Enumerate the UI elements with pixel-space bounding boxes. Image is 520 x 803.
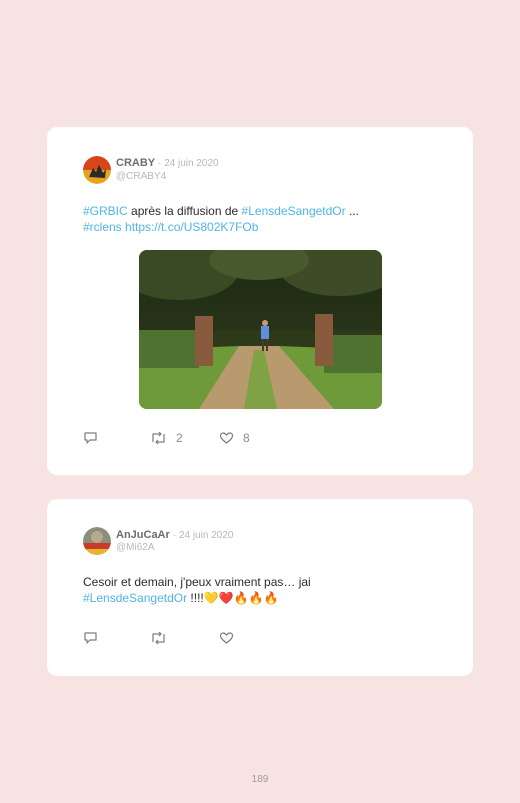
like-button[interactable] xyxy=(219,631,243,645)
retweet-count: 2 xyxy=(176,431,183,445)
author-handle: @CRABY4 xyxy=(116,171,167,182)
text-segment: ... xyxy=(345,204,359,218)
like-button[interactable]: 8 xyxy=(219,431,250,445)
text-segment: après la diffusion de xyxy=(127,204,242,218)
hashtag[interactable]: #LensdeSangetdOr xyxy=(83,591,187,605)
reply-button[interactable] xyxy=(83,431,107,445)
tweet-actions: 2 8 xyxy=(83,431,383,447)
reply-icon xyxy=(84,432,97,444)
tweet-actions xyxy=(83,631,383,647)
tweet-link[interactable]: https://t.co/US802K7FOb xyxy=(122,220,258,234)
tweet-date: · 24 juin 2020 xyxy=(172,530,234,541)
tweet-card[interactable]: CRABY · 24 juin 2020 @CRABY4 #GRBIC aprè… xyxy=(47,127,473,475)
retweet-button[interactable] xyxy=(150,631,176,645)
hashtag[interactable]: #GRBIC xyxy=(83,204,128,218)
hashtag[interactable]: #LensdeSangetdOr xyxy=(242,204,346,218)
author-handle: @Mi62A xyxy=(116,542,155,553)
tweet-date: · 24 juin 2020 xyxy=(157,158,219,169)
like-icon xyxy=(219,432,234,444)
tweet-media-image[interactable] xyxy=(139,250,382,409)
retweet-icon xyxy=(152,431,165,445)
hashtag[interactable]: #rclens xyxy=(83,220,122,234)
like-icon xyxy=(219,632,234,644)
tweet-text: Cesoir et demain, j'peux vraiment pas… j… xyxy=(83,574,463,606)
avatar[interactable] xyxy=(83,156,111,184)
text-segment: !!!!💛❤️🔥🔥🔥 xyxy=(187,591,279,605)
author-name[interactable]: CRABY · 24 juin 2020 xyxy=(116,157,219,169)
like-count: 8 xyxy=(243,431,250,445)
text-segment: Cesoir et demain, j'peux vraiment pas… j… xyxy=(83,575,311,589)
retweet-icon xyxy=(152,631,165,645)
reply-icon xyxy=(84,632,97,644)
tweet-card[interactable]: AnJuCaAr · 24 juin 2020 @Mi62A Cesoir et… xyxy=(47,499,473,676)
avatar[interactable] xyxy=(83,527,111,555)
reply-button[interactable] xyxy=(83,631,107,645)
tweet-text: #GRBIC après la diffusion de #LensdeSang… xyxy=(83,203,463,235)
author-name-text[interactable]: AnJuCaAr xyxy=(116,529,170,541)
retweet-button[interactable]: 2 xyxy=(150,431,183,445)
author-name[interactable]: AnJuCaAr · 24 juin 2020 xyxy=(116,529,233,541)
author-name-text[interactable]: CRABY xyxy=(116,157,155,169)
page-number: 189 xyxy=(251,774,269,785)
